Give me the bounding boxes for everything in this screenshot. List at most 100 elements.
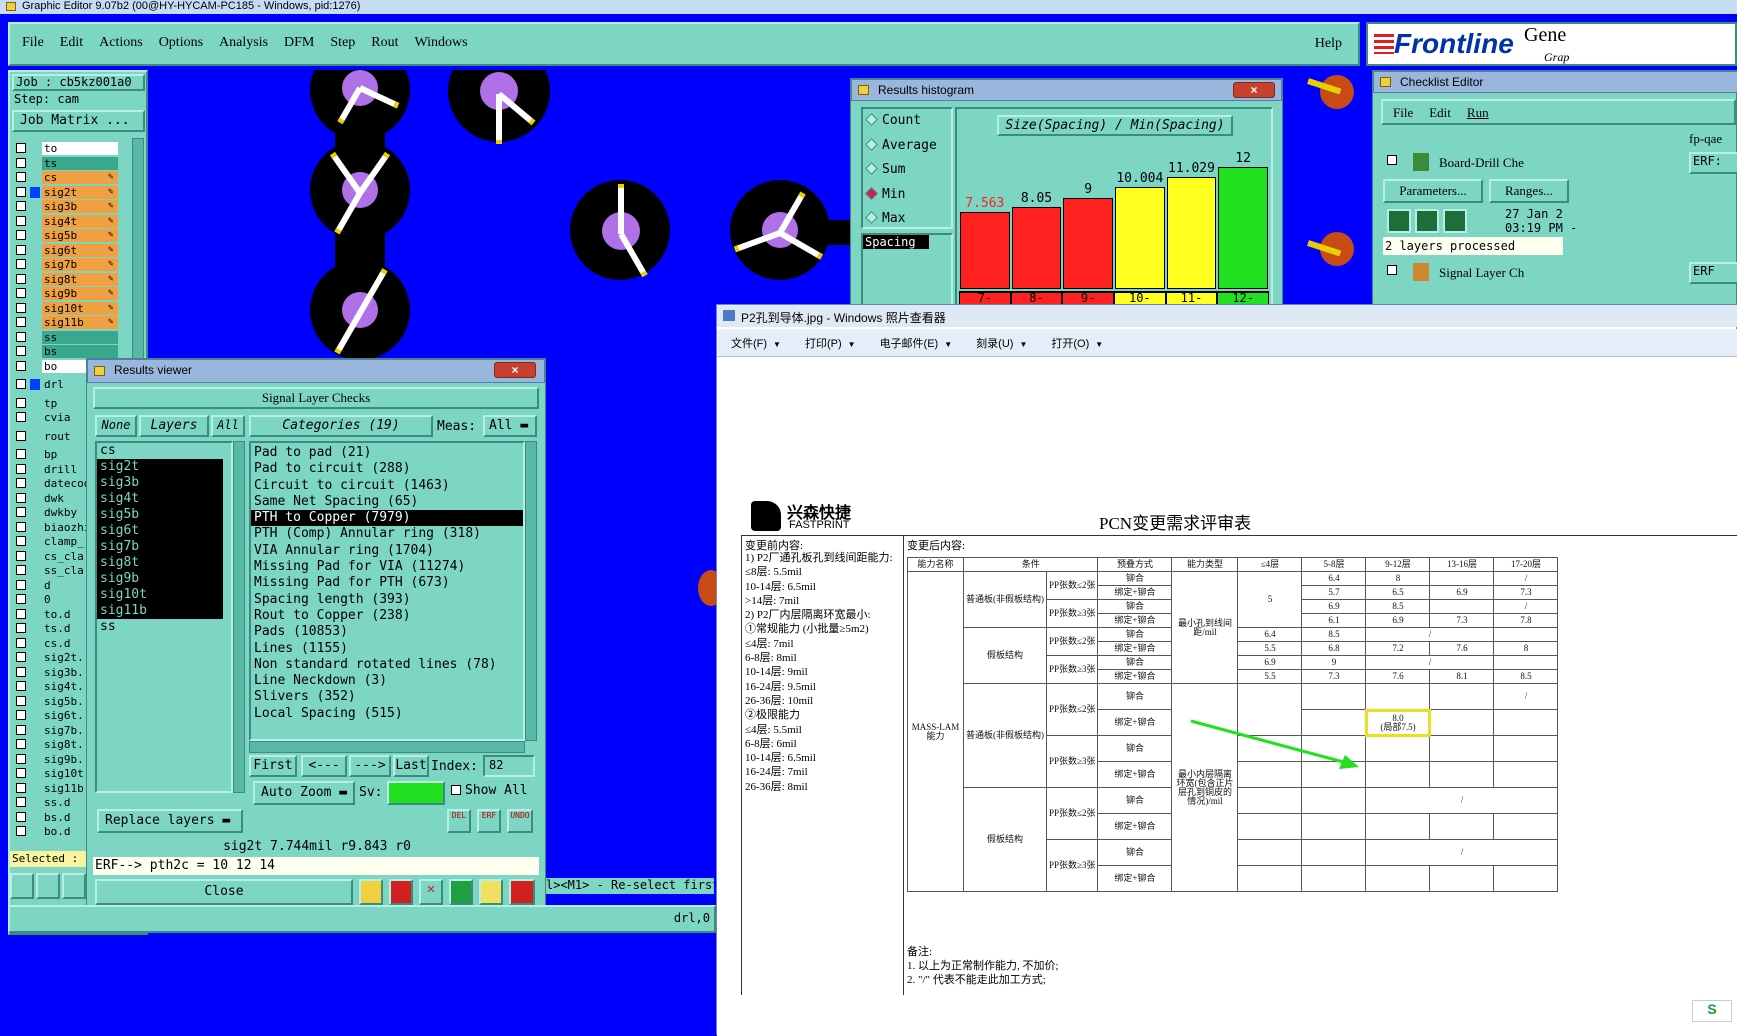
all-button[interactable]: All	[211, 415, 245, 437]
results-layer-item[interactable]: sig10t	[97, 587, 223, 603]
layer-checkbox[interactable]	[16, 608, 26, 619]
category-item[interactable]: Spacing length (393)	[251, 592, 523, 608]
parameters-button[interactable]: Parameters...	[1383, 179, 1483, 203]
checklist-menu-edit[interactable]: Edit	[1429, 105, 1451, 123]
action-icon-3[interactable]: ✕	[419, 879, 443, 905]
menu-step[interactable]: Step	[330, 35, 355, 51]
menu-actions[interactable]: Actions	[99, 35, 143, 51]
results-layer-item[interactable]: sig6t	[97, 523, 223, 539]
category-item[interactable]: Missing Pad for PTH (673)	[251, 575, 523, 591]
results-layer-item[interactable]: sig7b	[97, 539, 223, 555]
layer-checkbox[interactable]	[16, 550, 26, 561]
layer-checkbox[interactable]	[16, 201, 26, 211]
menu-analysis[interactable]: Analysis	[219, 35, 268, 51]
photo-menu-item[interactable]: 刻录(U) ▼	[976, 335, 1027, 356]
layer-row[interactable]: sig11b ✎	[14, 316, 120, 330]
layer-checkbox[interactable]	[16, 637, 26, 648]
layer-checkbox[interactable]	[16, 379, 26, 389]
layer-checkbox[interactable]	[16, 397, 26, 408]
run-icon-3[interactable]	[1443, 209, 1467, 233]
histogram-bar[interactable]	[1063, 197, 1113, 289]
layer-checkbox[interactable]	[16, 797, 26, 807]
histogram-option-max[interactable]: Max	[863, 207, 951, 232]
results-layer-item[interactable]: sig2t	[97, 459, 223, 475]
layer-checkbox[interactable]	[16, 463, 26, 474]
replace-layers-select[interactable]: Replace layers ▬	[97, 809, 243, 833]
spacing-item[interactable]: Spacing	[863, 235, 929, 249]
job-matrix-button[interactable]: Job Matrix ...	[12, 110, 145, 132]
layer-checkbox[interactable]	[16, 507, 26, 517]
layer-checkbox[interactable]	[16, 594, 26, 604]
layer-checkbox[interactable]	[16, 652, 26, 662]
results-layer-item[interactable]: sig8t	[97, 555, 223, 571]
results-close-icon[interactable]: ×	[494, 362, 536, 378]
histogram-option-min[interactable]: Min	[863, 183, 951, 208]
category-item[interactable]: PTH (Comp) Annular ring (318)	[251, 526, 523, 542]
category-item[interactable]: Rout to Copper (238)	[251, 608, 523, 624]
layer-checkbox[interactable]	[16, 710, 26, 720]
layer-checkbox[interactable]	[16, 826, 26, 836]
run-icon-2[interactable]	[1415, 209, 1439, 233]
layer-checkbox[interactable]	[16, 430, 26, 441]
layer-list-vscroll[interactable]	[233, 441, 245, 793]
layer-checkbox[interactable]	[16, 695, 26, 706]
results-layer-item[interactable]: sig4t	[97, 491, 223, 507]
layer-row[interactable]: sig3b ✎	[14, 200, 120, 214]
meas-select[interactable]: All ▬	[483, 415, 537, 437]
auto-zoom-select[interactable]: Auto Zoom ▬	[253, 781, 355, 805]
close-button[interactable]: Close	[95, 879, 353, 905]
results-layer-item[interactable]: sig11b	[97, 603, 223, 619]
layer-checkbox[interactable]	[16, 768, 26, 778]
results-layer-item[interactable]: sig5b	[97, 507, 223, 523]
layer-checkbox[interactable]	[16, 811, 26, 822]
action-icon-5[interactable]	[479, 879, 503, 905]
erf-button[interactable]: ERF	[477, 809, 501, 833]
checklist-item2-check[interactable]	[1387, 265, 1397, 275]
layer-checkbox[interactable]	[16, 317, 26, 327]
layer-checkbox[interactable]	[16, 521, 26, 532]
category-item[interactable]: VIA Annular ring (1704)	[251, 543, 523, 559]
layer-checkbox[interactable]	[16, 215, 26, 226]
layer-checkbox[interactable]	[16, 157, 26, 168]
category-item[interactable]: PTH to Copper (7979)	[251, 510, 523, 527]
histogram-bar[interactable]	[1115, 187, 1165, 289]
photo-menu-item[interactable]: 打印(P) ▼	[805, 335, 856, 356]
menu-file[interactable]: File	[22, 35, 44, 51]
none-button[interactable]: None	[95, 415, 137, 437]
photo-menu-item[interactable]: 文件(F) ▼	[731, 335, 781, 356]
layer-row[interactable]: cs ✎	[14, 171, 120, 185]
checklist-erf2[interactable]: ERF	[1689, 262, 1737, 284]
category-item[interactable]: Local Spacing (515)	[251, 706, 523, 722]
layer-row[interactable]: sig2t ✎	[14, 185, 120, 200]
histogram-option-count[interactable]: Count	[863, 109, 951, 134]
checklist-item1-check[interactable]	[1387, 155, 1397, 165]
layer-row[interactable]: sig8t ✎	[14, 272, 120, 287]
grid-icon[interactable]	[62, 873, 86, 899]
photo-menu-item[interactable]: 电子邮件(E) ▼	[880, 335, 953, 356]
results-layer-item[interactable]: cs	[97, 443, 231, 459]
layer-checkbox[interactable]	[16, 753, 26, 764]
categories-button[interactable]: Categories (19)	[249, 415, 433, 437]
category-item[interactable]: Circuit to circuit (1463)	[251, 478, 523, 494]
undo-button[interactable]: UNDO	[507, 809, 533, 833]
menu-windows[interactable]: Windows	[415, 35, 468, 51]
layer-row[interactable]: sig4t ✎	[14, 214, 120, 229]
last-button[interactable]: Last	[393, 755, 429, 777]
layer-row[interactable]: to	[14, 142, 120, 156]
checklist-item2[interactable]: Signal Layer Ch	[1439, 265, 1524, 281]
layer-row[interactable]: sig5b ✎	[14, 229, 120, 243]
histogram-bar[interactable]	[1166, 177, 1217, 289]
category-item[interactable]: Lines (1155)	[251, 641, 523, 657]
layer-checkbox[interactable]	[16, 623, 26, 633]
ranges-button[interactable]: Ranges...	[1489, 179, 1569, 203]
action-icon-4[interactable]	[449, 879, 473, 905]
results-layer-item[interactable]: sig3b	[97, 475, 223, 491]
layer-checkbox[interactable]	[16, 782, 26, 793]
layer-row[interactable]: ss	[14, 330, 120, 345]
menu-dfm[interactable]: DFM	[284, 35, 314, 51]
layer-checkbox[interactable]	[16, 186, 26, 197]
histogram-bar[interactable]	[960, 212, 1010, 289]
action-icon-2[interactable]	[389, 879, 413, 905]
histogram-bar[interactable]	[1011, 207, 1062, 289]
layer-row[interactable]: sig10t ✎	[14, 301, 120, 316]
